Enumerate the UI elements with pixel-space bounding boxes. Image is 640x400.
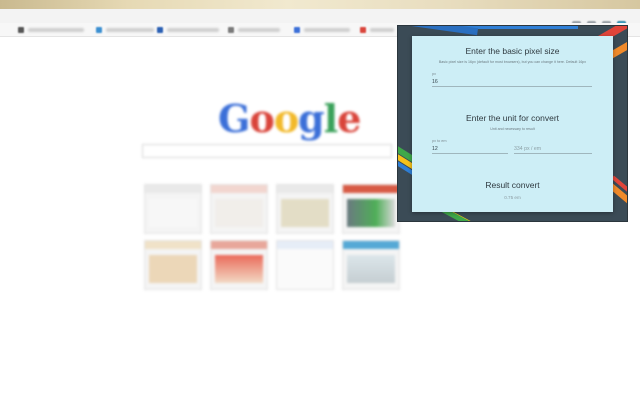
bookmark-item[interactable]: [304, 28, 350, 32]
pixel-converter-popup: Enter the basic pixel size Basic pixel s…: [397, 25, 628, 222]
bookmark-favicon-icon[interactable]: [228, 27, 234, 33]
most-visited-tile[interactable]: [276, 240, 334, 290]
result-value: 0.75 em: [504, 195, 521, 200]
base-size-subtitle: Basic pixel size is 16px (default for mo…: [438, 60, 587, 64]
window-title-strip: [0, 0, 640, 9]
most-visited-tile[interactable]: [144, 240, 202, 290]
bookmark-favicon-icon[interactable]: [18, 27, 24, 33]
bookmark-favicon-icon[interactable]: [294, 27, 300, 33]
converter-panel: Enter the basic pixel size Basic pixel s…: [412, 36, 613, 212]
base-size-label: px: [432, 72, 437, 76]
unit-convert-subtitle: Unit and necessary to result: [490, 127, 535, 131]
most-visited-tile[interactable]: [342, 184, 400, 234]
unit-convert-title: Enter the unit for convert: [465, 113, 560, 123]
from-unit-input[interactable]: [432, 145, 508, 154]
bookmark-item[interactable]: [238, 28, 280, 32]
most-visited-tile[interactable]: [210, 184, 268, 234]
from-unit-label: px to em: [432, 139, 447, 143]
to-unit-input[interactable]: [514, 145, 592, 154]
most-visited-tile[interactable]: [144, 184, 202, 234]
google-search-box[interactable]: [142, 144, 392, 158]
bookmark-item[interactable]: [106, 28, 154, 32]
result-title: Result convert: [485, 180, 540, 190]
bookmark-item[interactable]: [167, 28, 219, 32]
most-visited-tile[interactable]: [342, 240, 400, 290]
base-size-title: Enter the basic pixel size: [465, 46, 560, 56]
most-visited-tile[interactable]: [276, 184, 334, 234]
bookmark-favicon-icon[interactable]: [360, 27, 366, 33]
bookmark-favicon-icon[interactable]: [96, 27, 102, 33]
base-size-input[interactable]: [432, 78, 592, 87]
bookmark-favicon-icon[interactable]: [157, 27, 163, 33]
decor-stripe: [398, 26, 479, 36]
google-logo: Google: [218, 96, 361, 141]
bookmark-item[interactable]: [28, 28, 84, 32]
most-visited-tile[interactable]: [210, 240, 268, 290]
bookmark-item[interactable]: [370, 28, 394, 32]
tab-bar: [0, 9, 640, 30]
